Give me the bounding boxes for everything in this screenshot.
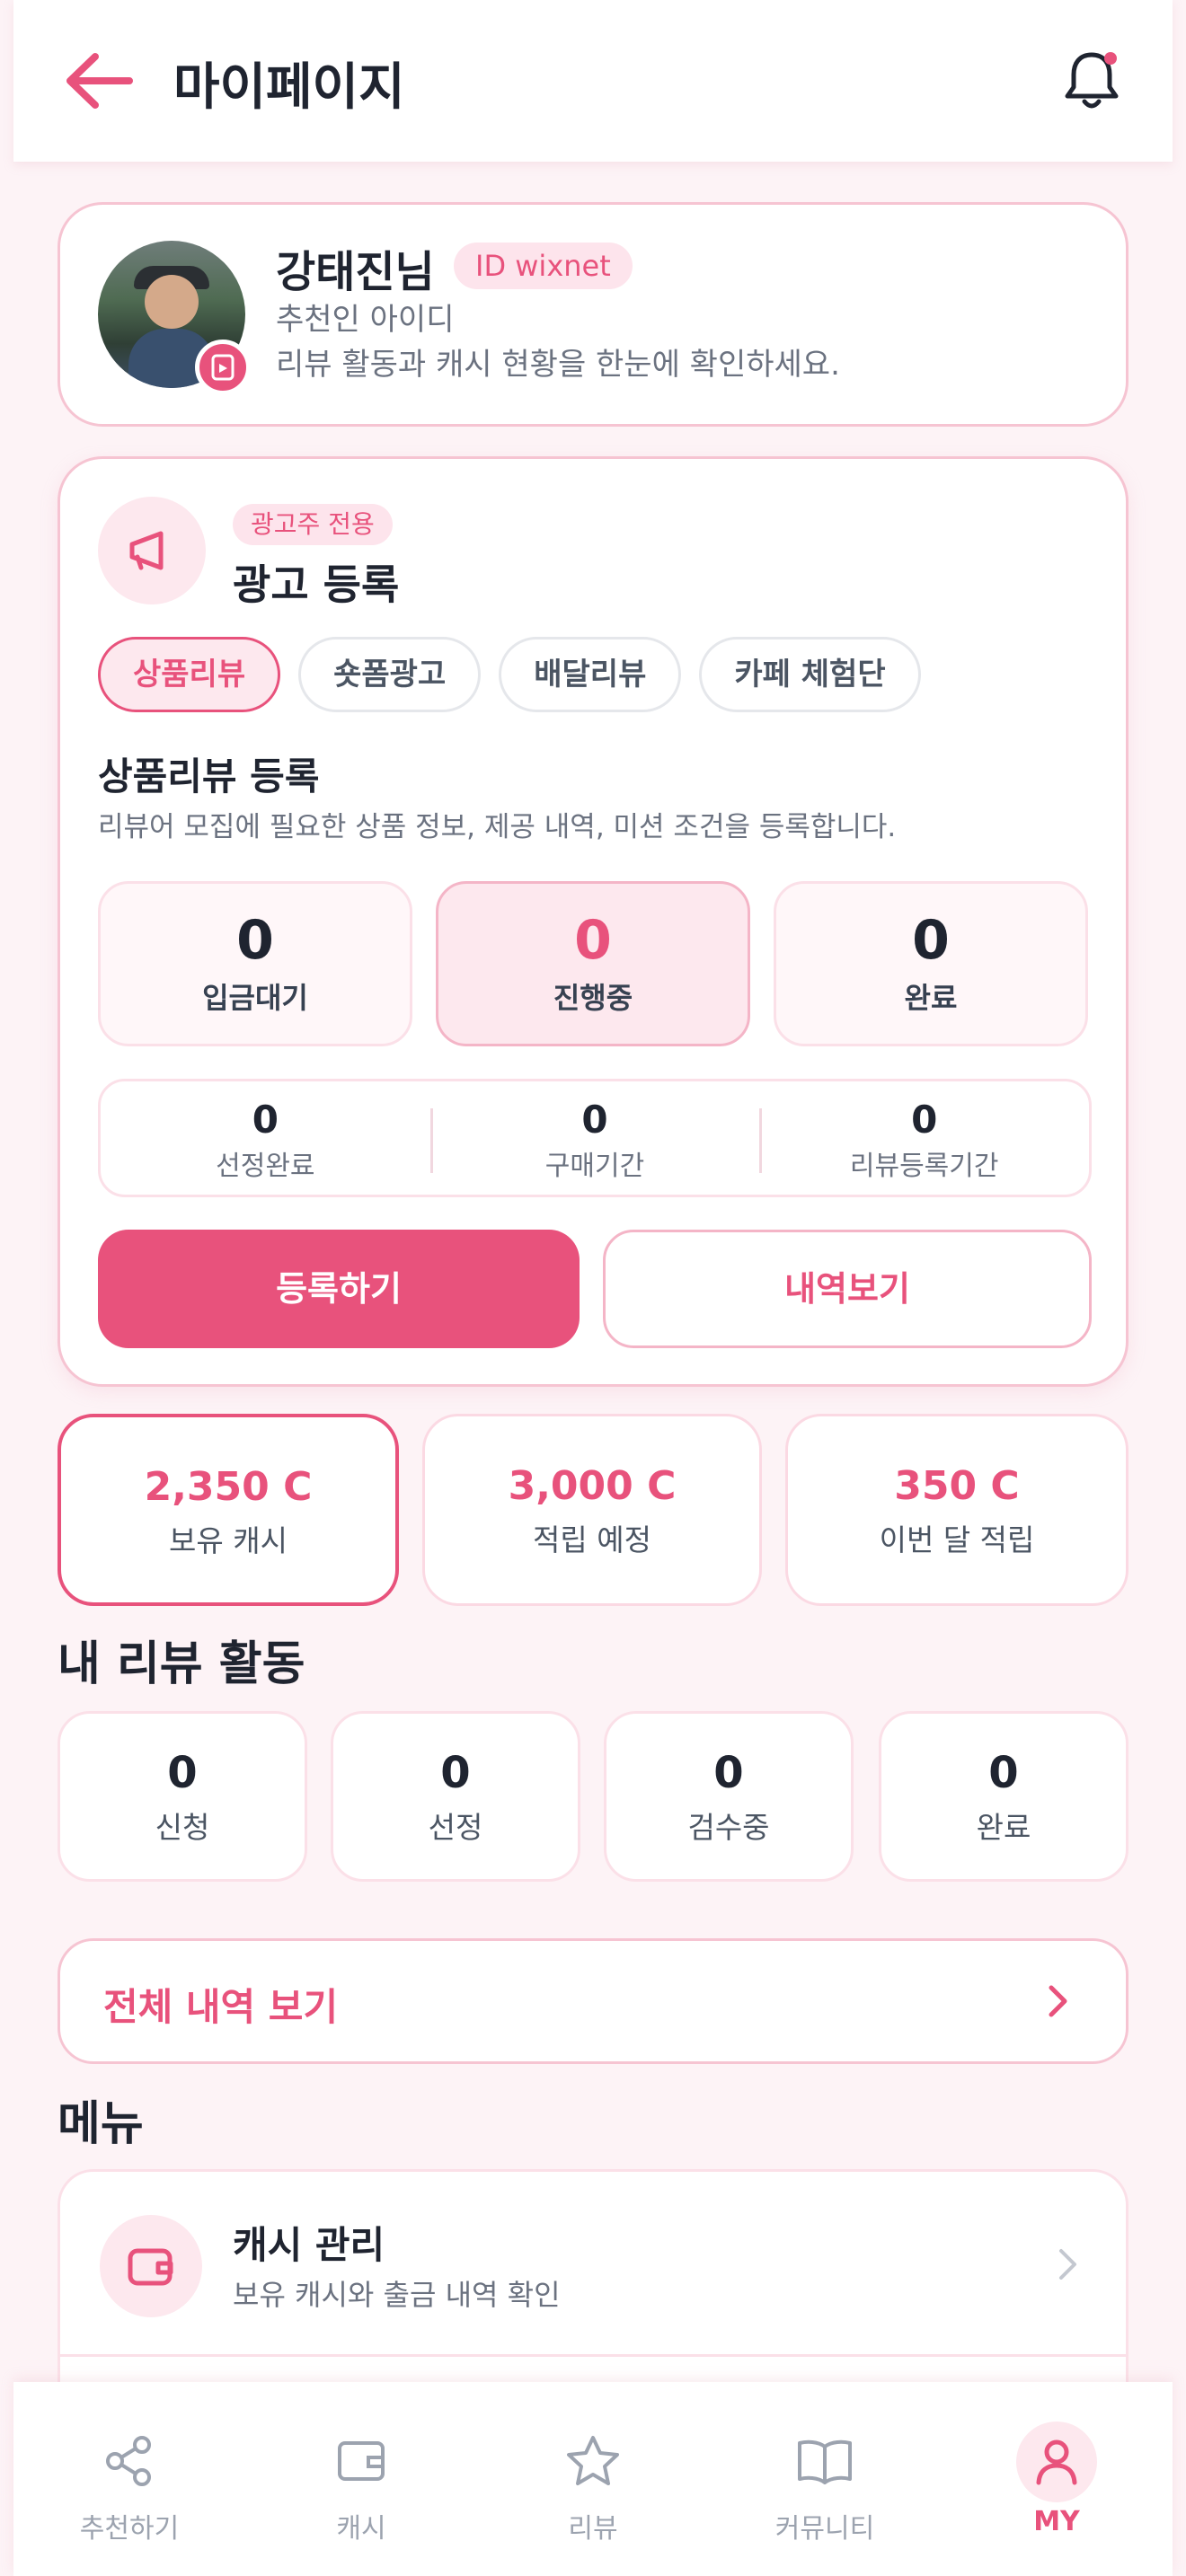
wallet-icon: [338, 2441, 385, 2481]
profile-name: 강태진님: [276, 247, 435, 297]
cash-value: 3,000 C: [508, 1463, 677, 1509]
nav-label: MY: [1033, 2506, 1080, 2537]
review-label: 신청: [155, 1810, 210, 1845]
ad-registration-card: 광고주 전용 광고 등록 상품리뷰 숏폼광고 배달리뷰 카페 체험단 상품리뷰 …: [58, 456, 1128, 1387]
stat-value: 0: [236, 909, 274, 972]
substat-value: 0: [581, 1098, 608, 1142]
profile-description: 리뷰 활동과 캐시 현황을 한눈에 확인하세요.: [276, 347, 840, 383]
review-label: 완료: [976, 1810, 1031, 1845]
review-selected[interactable]: 0 선정: [331, 1711, 580, 1882]
review-label: 선정: [428, 1810, 483, 1845]
stat-value: 0: [574, 909, 612, 972]
nav-label: 리뷰: [568, 2513, 618, 2545]
nav-item-community[interactable]: 커뮤니티: [709, 2382, 941, 2576]
tab-delivery-review[interactable]: 배달리뷰: [499, 637, 682, 712]
section-description: 리뷰어 모집에 필요한 상품 정보, 제공 내역, 미션 조건을 등록합니다.: [98, 811, 897, 843]
image-edit-icon: [211, 354, 235, 381]
menu-item-cash-management[interactable]: 캐시 관리 보유 캐시와 출금 내역 확인: [60, 2172, 1126, 2357]
referrer-id-label: 추천인 아이디: [276, 302, 455, 338]
user-icon: [1036, 2439, 1077, 2485]
substat-label: 리뷰등록기간: [849, 1151, 999, 1182]
back-button[interactable]: [58, 43, 139, 119]
bell-icon: [1065, 52, 1119, 109]
nav-label: 커뮤니티: [774, 2513, 875, 2545]
review-value: 0: [167, 1748, 198, 1798]
review-activity-title: 내 리뷰 활동: [58, 1637, 305, 1691]
stat-label: 입금대기: [202, 981, 308, 1015]
substat-label: 선정완료: [216, 1151, 315, 1182]
ad-type-tabs: 상품리뷰 숏폼광고 배달리뷰 카페 체험단: [98, 637, 921, 712]
review-value: 0: [988, 1748, 1019, 1798]
nav-item-review[interactable]: 리뷰: [477, 2382, 709, 2576]
share-icon: [106, 2436, 151, 2486]
review-inspecting[interactable]: 0 검수중: [604, 1711, 854, 1882]
menu-item-label: 캐시 관리: [233, 2223, 385, 2267]
chevron-right-icon: [1049, 1985, 1067, 2017]
tab-cafe-experience[interactable]: 카페 체험단: [699, 637, 921, 712]
menu-icon-wrap: [100, 2215, 202, 2317]
menu-item-desc: 보유 캐시와 출금 내역 확인: [233, 2278, 561, 2312]
chevron-right-icon: [1059, 2249, 1076, 2280]
substat-value: 0: [252, 1098, 279, 1142]
book-icon: [798, 2439, 852, 2484]
advertiser-only-tag: 광고주 전용: [233, 504, 393, 545]
id-badge: ID wixnet: [454, 243, 633, 289]
section-title: 상품리뷰 등록: [98, 754, 320, 798]
app-header: 마이페이지: [13, 0, 1173, 162]
avatar-edit-button[interactable]: [195, 340, 251, 395]
nav-label: 추천하기: [79, 2513, 180, 2545]
cash-expected-card[interactable]: 3,000 C 적립 예정: [422, 1414, 762, 1606]
cash-label: 적립 예정: [533, 1522, 651, 1557]
substat-review-period: 0 리뷰등록기간: [759, 1081, 1089, 1195]
all-history-button[interactable]: 전체 내역 보기: [58, 1938, 1128, 2064]
review-value: 0: [440, 1748, 471, 1798]
stat-in-progress[interactable]: 0 진행중: [436, 881, 750, 1046]
substat-selected: 0 선정완료: [101, 1081, 430, 1195]
sub-stats: 0 선정완료 0 구매기간 0 리뷰등록기간: [98, 1079, 1092, 1197]
nav-label: 캐시: [336, 2513, 386, 2545]
cash-balance-card[interactable]: 2,350 C 보유 캐시: [58, 1414, 399, 1606]
ad-title: 광고 등록: [233, 560, 400, 609]
review-value: 0: [713, 1748, 744, 1798]
tab-product-review[interactable]: 상품리뷰: [98, 637, 281, 712]
cash-label: 이번 달 적립: [879, 1522, 1035, 1557]
review-completed[interactable]: 0 완료: [879, 1711, 1128, 1882]
register-button[interactable]: 등록하기: [98, 1230, 580, 1348]
stat-completed[interactable]: 0 완료: [774, 881, 1088, 1046]
star-icon: [567, 2436, 619, 2485]
stat-pending-deposit[interactable]: 0 입금대기: [98, 881, 412, 1046]
all-history-label: 전체 내역 보기: [103, 1985, 339, 2029]
profile-card: 강태진님 ID wixnet 추천인 아이디 리뷰 활동과 캐시 현황을 한눈에…: [58, 202, 1128, 427]
cash-month-card[interactable]: 350 C 이번 달 적립: [785, 1414, 1128, 1606]
page-title: 마이페이지: [173, 58, 405, 117]
cash-value: 350 C: [894, 1463, 1020, 1509]
nav-item-my[interactable]: MY: [941, 2382, 1173, 2576]
substat-label: 구매기간: [544, 1151, 645, 1182]
substat-purchase-period: 0 구매기간: [429, 1081, 760, 1195]
cash-value: 2,350 C: [144, 1464, 313, 1510]
menu-title: 메뉴: [58, 2097, 144, 2151]
notification-button[interactable]: [1056, 45, 1128, 117]
bottom-navigation: 추천하기 캐시 리뷰 커뮤니티 MY: [13, 2382, 1173, 2576]
stat-value: 0: [912, 909, 950, 972]
nav-item-cash[interactable]: 캐시: [245, 2382, 477, 2576]
stat-label: 완료: [904, 981, 958, 1015]
review-applied[interactable]: 0 신청: [58, 1711, 307, 1882]
ad-icon-wrap: [98, 497, 206, 604]
nav-item-recommend[interactable]: 추천하기: [13, 2382, 245, 2576]
megaphone-icon: [129, 531, 164, 570]
stat-label: 진행중: [553, 981, 633, 1015]
tab-shortform-ad[interactable]: 숏폼광고: [298, 637, 482, 712]
cash-label: 보유 캐시: [169, 1523, 288, 1558]
arrow-left-icon: [66, 53, 133, 109]
substat-value: 0: [911, 1098, 938, 1142]
review-label: 검수중: [687, 1810, 770, 1845]
wallet-icon: [128, 2248, 173, 2286]
view-history-button[interactable]: 내역보기: [603, 1230, 1092, 1348]
